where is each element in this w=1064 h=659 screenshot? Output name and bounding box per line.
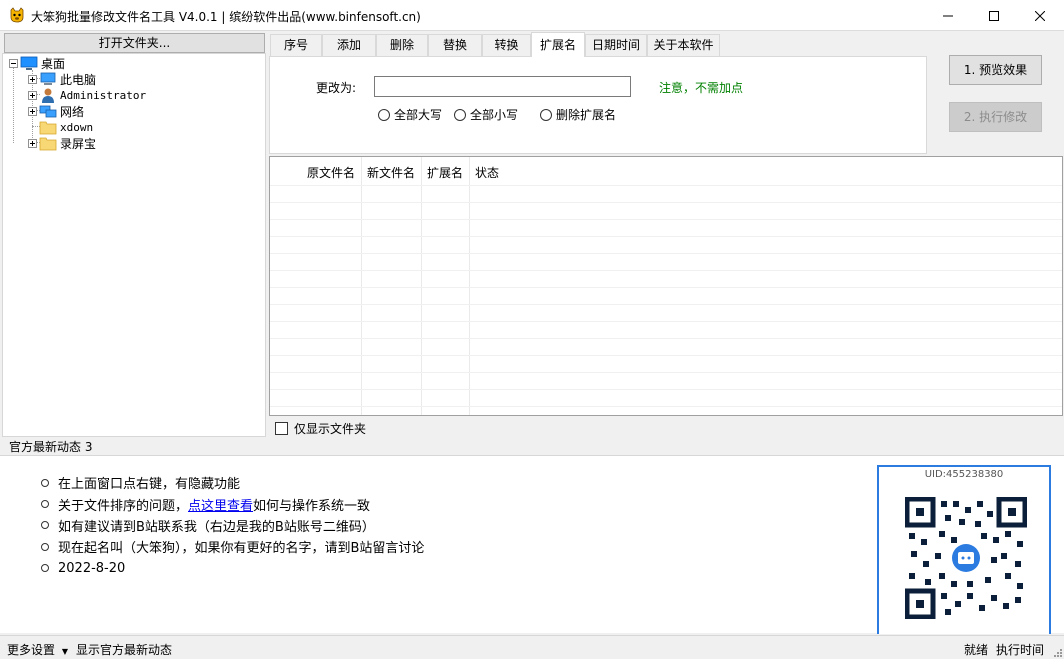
change-to-label: 更改为: xyxy=(316,81,357,95)
grid-header: 原文件名 新文件名 扩展名 状态 xyxy=(270,157,1062,185)
more-settings-menu[interactable]: 更多设置 ▼ xyxy=(7,641,68,658)
window-title: 大笨狗批量修改文件名工具 V4.0.1 | 缤纷软件出品(www.binfens… xyxy=(31,10,421,24)
tab-replace[interactable]: 替换 xyxy=(428,34,482,56)
news-header: 官方最新动态 3 xyxy=(9,440,93,454)
expand-icon[interactable] xyxy=(28,74,37,84)
tab-convert[interactable]: 转换 xyxy=(482,34,531,56)
tree-item-xdown[interactable]: xdown xyxy=(39,119,93,135)
list-item: 现在起名叫（大笨狗），如果你有更好的名字，请到B站留言讨论 xyxy=(41,536,424,557)
tree-item-administrator[interactable]: Administrator xyxy=(28,87,146,103)
tab-sequence[interactable]: 序号 xyxy=(270,34,322,56)
resize-grip-icon[interactable] xyxy=(1052,647,1062,657)
tree-label: Administrator xyxy=(60,88,147,102)
col-original-name[interactable]: 原文件名 xyxy=(307,164,355,181)
note-text: 注意，不需加点 xyxy=(659,81,744,95)
dog-app-icon xyxy=(10,7,24,23)
folder-icon xyxy=(39,121,57,135)
bilibili-qr-code: UID:455238380 xyxy=(877,465,1051,634)
col-new-name[interactable]: 新文件名 xyxy=(367,164,415,181)
tree-label: 桌面 xyxy=(41,56,66,71)
radio-delete-extension[interactable]: 删除扩展名 xyxy=(540,106,616,123)
maximize-icon xyxy=(989,10,999,21)
dropdown-arrow-icon: ▼ xyxy=(61,647,68,656)
user-icon xyxy=(42,88,54,103)
computer-icon xyxy=(40,72,56,85)
expand-icon[interactable] xyxy=(28,90,37,100)
bullet-icon xyxy=(41,542,49,551)
network-icon xyxy=(39,105,57,118)
tree-label: 此电脑 xyxy=(60,72,97,87)
status-bar: 更多设置 ▼ 显示官方最新动态 就绪 执行时间 xyxy=(0,635,1064,659)
execute-button[interactable]: 2. 执行修改 xyxy=(949,102,1042,132)
expand-icon[interactable] xyxy=(28,138,37,148)
bullet-icon xyxy=(41,478,49,487)
news-list: 在上面窗口点右键，有隐藏功能 关于文件排序的问题， 点这里查看 如何与操作系统一致 … xyxy=(41,472,424,579)
radio-label: 全部小写 xyxy=(470,108,519,122)
list-item: 在上面窗口点右键，有隐藏功能 xyxy=(41,472,424,493)
bullet-icon xyxy=(41,521,49,530)
tree-label: xdown xyxy=(60,120,94,134)
close-button[interactable] xyxy=(1017,0,1063,31)
checkbox-icon[interactable] xyxy=(275,422,288,435)
desktop-icon xyxy=(20,56,38,70)
open-folder-button[interactable]: 打开文件夹... xyxy=(4,33,265,53)
tree-item-screen-recorder[interactable]: 录屏宝 xyxy=(28,135,96,151)
radio-circle-icon[interactable] xyxy=(378,108,390,121)
collapse-icon[interactable] xyxy=(9,58,18,68)
preview-button[interactable]: 1. 预览效果 xyxy=(949,55,1042,85)
folder-icon xyxy=(39,137,57,151)
extension-panel: 更改为: 注意，不需加点 全部大写 全部小写 删除扩展名 xyxy=(269,56,927,154)
radio-label: 全部大写 xyxy=(394,108,443,122)
minimize-icon xyxy=(943,15,953,16)
tree-item-desktop[interactable]: 桌面 xyxy=(9,55,65,71)
only-folders-checkbox[interactable]: 仅显示文件夹 xyxy=(275,420,366,437)
file-grid[interactable]: 原文件名 新文件名 扩展名 状态 xyxy=(269,156,1063,416)
radio-all-lower[interactable]: 全部小写 xyxy=(454,106,518,123)
extension-input[interactable] xyxy=(374,76,631,97)
title-bar: 大笨狗批量修改文件名工具 V4.0.1 | 缤纷软件出品(www.binfens… xyxy=(0,0,1064,31)
news-panel: 在上面窗口点右键，有隐藏功能 关于文件排序的问题， 点这里查看 如何与操作系统一致 … xyxy=(0,455,1064,634)
minimize-button[interactable] xyxy=(925,0,971,31)
show-news-button[interactable]: 显示官方最新动态 xyxy=(76,641,172,658)
folder-tree[interactable]: 桌面 此电脑 Administrator 网络 xdown 录屏宝 xyxy=(2,53,266,437)
tree-label: 录屏宝 xyxy=(60,136,97,151)
qr-code-icon xyxy=(905,497,1027,619)
sort-info-link[interactable]: 点这里查看 xyxy=(188,495,253,514)
qr-uid: UID:455238380 xyxy=(924,469,1004,480)
tree-label: 网络 xyxy=(60,104,85,119)
tree-item-network[interactable]: 网络 xyxy=(28,103,84,119)
bullet-icon xyxy=(41,500,49,509)
radio-label: 删除扩展名 xyxy=(556,108,617,122)
tree-item-this-pc[interactable]: 此电脑 xyxy=(28,71,96,87)
tab-about[interactable]: 关于本软件 xyxy=(647,34,720,56)
col-status[interactable]: 状态 xyxy=(475,164,499,181)
only-folders-label: 仅显示文件夹 xyxy=(294,422,367,436)
tab-delete[interactable]: 删除 xyxy=(376,34,428,56)
bullet-icon xyxy=(41,564,49,573)
col-extension[interactable]: 扩展名 xyxy=(427,164,463,181)
maximize-button[interactable] xyxy=(971,0,1017,31)
tab-datetime[interactable]: 日期时间 xyxy=(585,34,647,56)
radio-circle-icon[interactable] xyxy=(540,108,552,121)
expand-icon[interactable] xyxy=(28,106,37,116)
list-item: 2022-8-20 xyxy=(41,558,424,579)
list-item: 关于文件排序的问题， 点这里查看 如何与操作系统一致 xyxy=(41,493,424,514)
exec-time-text: 执行时间 xyxy=(996,643,1045,657)
status-text: 就绪 xyxy=(964,643,989,657)
radio-circle-icon[interactable] xyxy=(454,108,466,121)
close-icon xyxy=(1035,10,1045,21)
radio-all-upper[interactable]: 全部大写 xyxy=(378,106,442,123)
tab-add[interactable]: 添加 xyxy=(322,34,376,56)
list-item: 如有建议请到B站联系我（右边是我的B站账号二维码） xyxy=(41,515,424,536)
tab-extension[interactable]: 扩展名 xyxy=(531,32,585,57)
